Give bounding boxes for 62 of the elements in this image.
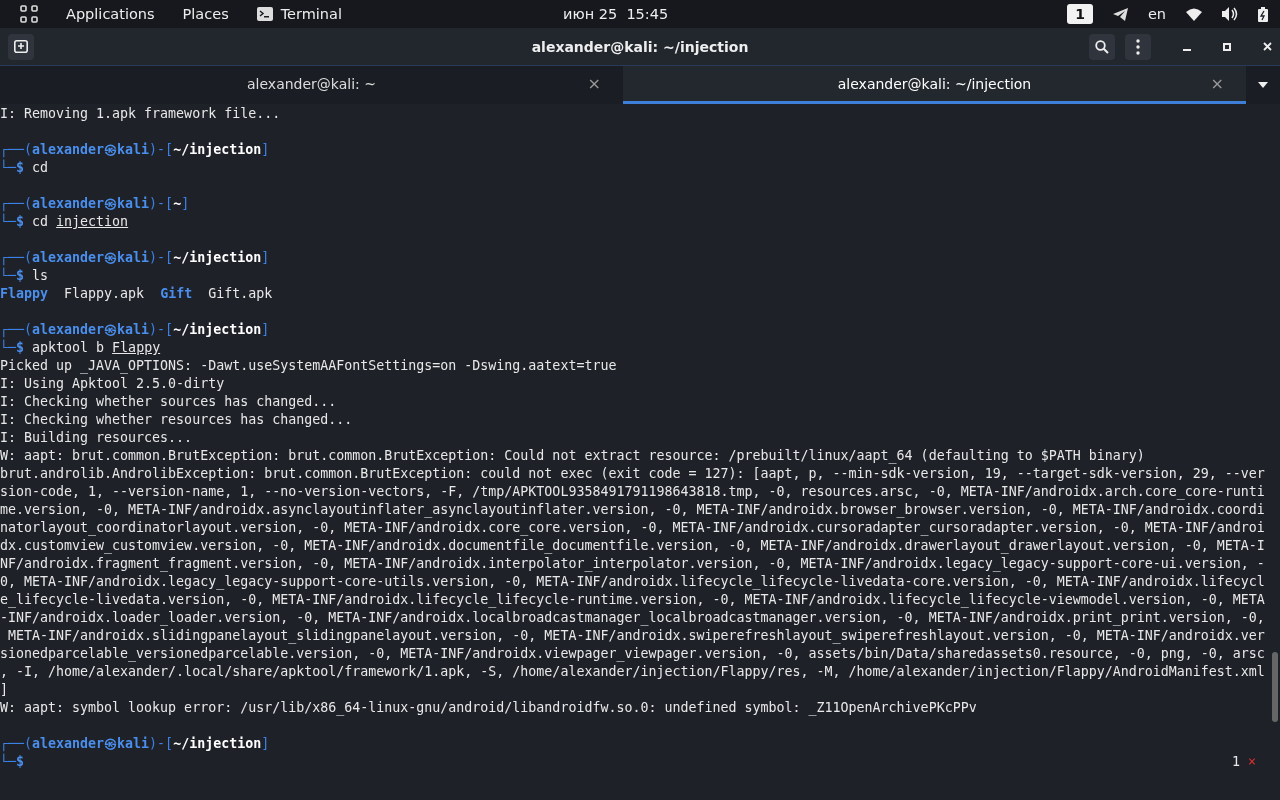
output-line: I: Building resources... xyxy=(0,429,194,447)
workspace-indicator[interactable]: 1 xyxy=(1067,4,1093,24)
output-line: e_lifecycle-livedata.version, -0, META-INF/androidx.lifecycle_lifecycle-runtime.version, -0, META-INF/androidx.lifecycle_lifecycle-viewmodel.version, -0, META xyxy=(0,591,1266,609)
menu-button[interactable] xyxy=(1125,33,1151,60)
terminal-icon xyxy=(256,7,273,21)
output-line: sionedparcelable_versionedparcelable.version, -0, META-INF/androidx.viewpager_viewpager.version, -0, assets/bin/Data/sharedassets0.resource, -0, png, -0, arsc xyxy=(0,645,1266,663)
output-line: META-INF/androidx.slidingpanelayout_slidingpanelayout.version, -0, META-INF/androidx.swiperefreshlayout_swiperefreshlayout.version, -0, META-INF/androidx.ver xyxy=(7,627,1266,645)
output-line: W: aapt: brut.common.BrutException: brut.common.BrutException: Could not extract resource: /prebuilt/linux/aapt_64 (defaulting to $PATH binary) xyxy=(0,447,1146,465)
apps-grid-icon[interactable] xyxy=(20,5,38,23)
prompt-line: ┌──(alexander㉿kali)-[~] xyxy=(0,195,191,213)
output-line: , -I, /home/alexander/.local/share/apktool/framework/1.apk, -S, /home/alexander/injection/Flappy/res, -M, /home/alexander/injection/Flappy/AndroidManifest.xml xyxy=(0,663,1266,681)
battery-icon[interactable] xyxy=(1258,6,1268,22)
paper-plane-icon[interactable] xyxy=(1112,7,1128,21)
output-line: I: Checking whether sources has changed... xyxy=(0,393,338,411)
output-line: 0, META-INF/androidx.legacy_legacy-support-core-utils.version, -0, META-INF/androidx.lifecycle_lifecycle-livedata-core.version, -0, META-INF/androidx.lifecycl xyxy=(0,573,1266,591)
output-line: me.version, -0, META-INF/androidx.asynclayoutinflater_asynclayoutinflater.version, -0, META-INF/androidx.browser_browser.version, -0, META-INF/androidx.coordi xyxy=(0,501,1266,519)
clock[interactable]: июн 25 15:45 xyxy=(563,6,669,22)
prompt-line: ┌──(alexander㉿kali)-[~/injection] xyxy=(0,141,271,159)
output-line: NF/androidx.fragment_fragment.version, -0, META-INF/androidx.interpolator_interpolator.version, -0, META-INF/androidx.legacy_legacy-support-core-ui.version, - xyxy=(0,555,1266,573)
terminal-tab[interactable]: alexander@kali: ~ × xyxy=(0,66,623,104)
command-line: └─$ cd xyxy=(0,159,49,177)
command-line: └─$ xyxy=(0,753,25,771)
output-line: I: Removing 1.apk framework file... xyxy=(0,105,282,123)
output-line: dx.customview_customview.version, -0, META-INF/androidx.documentfile_documentfile.version, -0, META-INF/androidx.drawerlayout_drawerlayout.version, -0, META-I xyxy=(0,537,1266,555)
volume-icon[interactable] xyxy=(1222,7,1238,21)
app-menu[interactable]: Terminal xyxy=(256,6,342,22)
panel-menu[interactable]: Applications xyxy=(66,6,155,22)
new-tab-button[interactable] xyxy=(8,33,34,60)
tab-label: alexander@kali: ~/injection xyxy=(837,75,1032,92)
output-line: W: aapt: symbol lookup error: /usr/lib/x86_64-linux-gnu/android/libandroidfw.so.0: undefined symbol: _Z11OpenArchivePKcPPv xyxy=(0,699,978,717)
output-line: I: Checking whether resources has changed... xyxy=(0,411,354,429)
tab-close-button[interactable]: × xyxy=(587,74,601,93)
prompt-line: ┌──(alexander㉿kali)-[~/injection] xyxy=(0,735,271,753)
close-icon[interactable] xyxy=(1263,42,1272,51)
keyboard-layout[interactable]: en xyxy=(1147,6,1166,22)
output-line: -INF/androidx.loader_loader.version, -0, META-INF/androidx.localbroadcastmanager_localbroadcastmanager.version, -0, META-INF/androidx.print_print.version, -0, xyxy=(0,609,1266,627)
command-line: └─$ apktool b Flappy xyxy=(0,339,161,357)
command-line: └─$ ls xyxy=(0,267,49,285)
output-line: ] xyxy=(0,681,9,699)
file-listing: Flappy Flappy.apk Gift Gift.apk xyxy=(0,285,274,303)
menu-icon xyxy=(1136,38,1140,55)
scrollbar[interactable] xyxy=(1272,652,1278,722)
caret-icon[interactable] xyxy=(1258,82,1268,88)
tab-label: alexander@kali: ~ xyxy=(247,75,376,92)
wifi-icon[interactable] xyxy=(1186,7,1202,21)
tab-close-button[interactable]: × xyxy=(1210,74,1224,93)
window-title: alexander@kali: ~/injection xyxy=(531,38,749,55)
search-icon xyxy=(1095,39,1109,54)
output-line: natorlayout_coordinatorlayout.version, -0, META-INF/androidx.core_core.version, -0, META-INF/androidx.cursoradapter_cursoradapter.version, -0, META-INF/androi xyxy=(0,519,1266,537)
prompt-line: ┌──(alexander㉿kali)-[~/injection] xyxy=(0,249,271,267)
command-line: └─$ cd injection xyxy=(0,213,129,231)
panel-menu[interactable]: Places xyxy=(182,6,229,22)
output-line: brut.androlib.AndrolibException: brut.common.BrutException: could not exec (exit code = 127): [aapt, p, --min-sdk-version, 19, --target-sdk-version, 29, --ver xyxy=(0,465,1266,483)
maximize-icon[interactable] xyxy=(1223,42,1231,51)
exit-status: 1 × xyxy=(1231,753,1256,771)
output-line: I: Using Apktool 2.5.0-dirty xyxy=(0,375,226,393)
prompt-line: ┌──(alexander㉿kali)-[~/injection] xyxy=(0,321,271,339)
new-tab-icon xyxy=(14,40,28,53)
output-line: Picked up _JAVA_OPTIONS: -Dawt.useSystemAAFontSettings=on -Dswing.aatext=true xyxy=(0,357,618,375)
output-line: sion-code, 1, --version-name, 1, --no-version-vectors, -F, /tmp/APKTOOL9358491791198643818.tmp, -0, resources.arsc, -0, META-INF/androidx.arch.core_core-runti xyxy=(0,483,1266,501)
terminal-tab[interactable]: alexander@kali: ~/injection × xyxy=(623,66,1246,104)
search-button[interactable] xyxy=(1089,33,1115,60)
